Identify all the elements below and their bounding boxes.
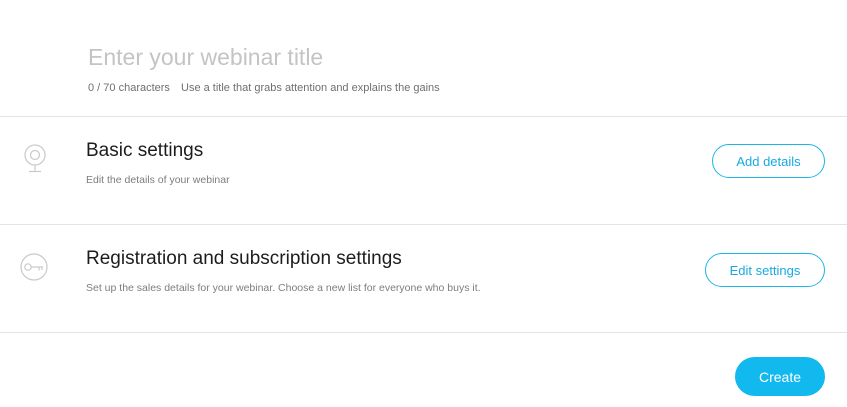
basic-settings-row: Basic settings Edit the details of your …: [0, 117, 847, 225]
basic-settings-heading: Basic settings: [86, 140, 204, 161]
title-section: 0 / 70 characters Use a title that grabs…: [0, 0, 847, 117]
character-counter: 0 / 70 characters: [88, 82, 170, 94]
title-hint-row: 0 / 70 characters Use a title that grabs…: [88, 82, 440, 94]
webinar-title-input[interactable]: [86, 40, 690, 74]
registration-settings-description: Set up the sales details for your webina…: [86, 282, 481, 294]
add-details-button[interactable]: Add details: [712, 144, 825, 178]
basic-settings-description: Edit the details of your webinar: [86, 174, 230, 186]
create-button[interactable]: Create: [735, 357, 825, 396]
title-hint-text: Use a title that grabs attention and exp…: [181, 82, 440, 94]
edit-settings-button[interactable]: Edit settings: [705, 253, 825, 287]
registration-settings-heading: Registration and subscription settings: [86, 248, 402, 269]
key-icon: [20, 253, 48, 281]
webcam-icon: [24, 144, 46, 173]
registration-settings-row: Registration and subscription settings S…: [0, 225, 847, 333]
